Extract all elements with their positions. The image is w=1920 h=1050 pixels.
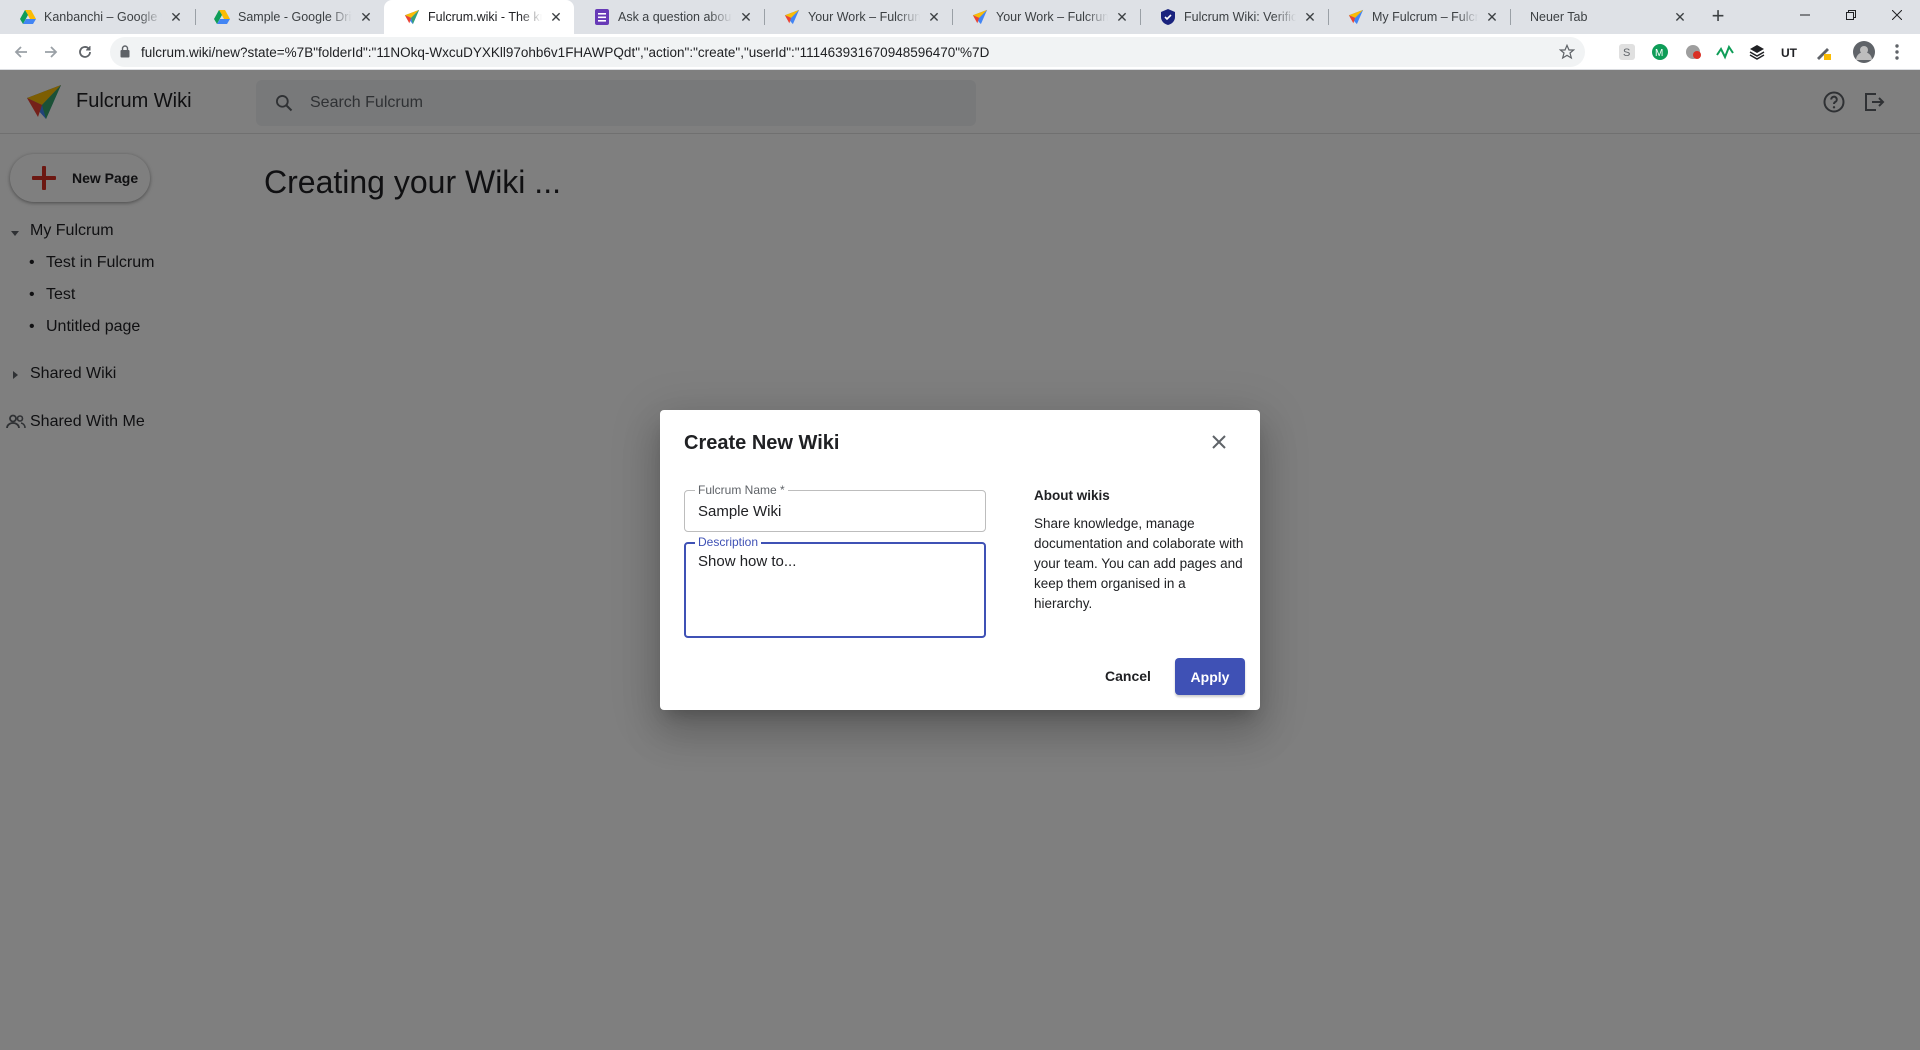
extension-layers-icon[interactable]	[1748, 43, 1766, 61]
fulcrum-logo-icon	[972, 9, 988, 25]
browser-tab[interactable]: Sample - Google Drive ✕	[194, 0, 384, 34]
close-tab-icon[interactable]: ✕	[548, 9, 564, 25]
browser-tab[interactable]: Ask a question about Fu ✕	[574, 0, 764, 34]
wiki-name-label: Fulcrum Name *	[695, 483, 788, 497]
address-bar[interactable]: fulcrum.wiki/new?state=%7B"folderId":"11…	[110, 37, 1585, 67]
tab-title: Sample - Google Drive	[238, 10, 352, 24]
browser-tab[interactable]: Fulcrum Wiki: Verificati ✕	[1140, 0, 1328, 34]
create-wiki-dialog: Create New Wiki Fulcrum Name * Descripti…	[660, 410, 1260, 710]
extension-badge-icon[interactable]	[1684, 43, 1702, 61]
extension-s-icon[interactable]: S	[1618, 43, 1636, 61]
about-wikis-title: About wikis	[1034, 488, 1110, 503]
minimize-icon[interactable]	[1782, 0, 1828, 30]
google-drive-icon	[20, 9, 36, 25]
bookmark-star-icon[interactable]	[1558, 43, 1576, 65]
svg-text:S: S	[1623, 47, 1630, 59]
wiki-name-field[interactable]: Fulcrum Name *	[684, 483, 986, 532]
close-tab-icon[interactable]: ✕	[1114, 9, 1130, 25]
tab-title: Fulcrum Wiki: Verificati	[1184, 10, 1296, 24]
close-tab-icon[interactable]: ✕	[168, 9, 184, 25]
tab-title: Ask a question about Fu	[618, 10, 732, 24]
tab-title: Kanbanchi – Google Dr	[44, 10, 162, 24]
about-wikis-text: Share knowledge, manage documentation an…	[1034, 516, 1244, 611]
browser-toolbar: fulcrum.wiki/new?state=%7B"folderId":"11…	[0, 34, 1920, 70]
close-tab-icon[interactable]: ✕	[926, 9, 942, 25]
browser-tab[interactable]: My Fulcrum – Fulcrum. ✕	[1328, 0, 1510, 34]
tab-title: Neuer Tab	[1530, 10, 1588, 24]
close-window-icon[interactable]	[1874, 0, 1920, 30]
cancel-button[interactable]: Cancel	[1100, 658, 1156, 694]
close-icon[interactable]	[1207, 430, 1231, 454]
apply-button[interactable]: Apply	[1175, 658, 1245, 695]
fulcrum-logo-icon	[404, 9, 420, 25]
browser-tab[interactable]: Your Work – Fulcrum.wi ✕	[952, 0, 1140, 34]
extension-pen-icon[interactable]	[1814, 43, 1832, 61]
tab-title: Fulcrum.wiki - The know	[428, 10, 542, 24]
lock-icon[interactable]	[120, 45, 130, 63]
tab-title: Your Work – Fulcrum.wi	[996, 10, 1108, 24]
dialog-title: Create New Wiki	[684, 432, 840, 454]
browser-tab[interactable]: Neuer Tab ✕	[1510, 0, 1698, 34]
description-label: Description	[695, 535, 762, 549]
tab-title: Your Work – Fulcrum.wi	[808, 10, 920, 24]
close-tab-icon[interactable]: ✕	[1302, 9, 1318, 25]
back-icon[interactable]	[9, 40, 33, 64]
restore-icon[interactable]	[1828, 0, 1874, 30]
browser-tab-active[interactable]: Fulcrum.wiki - The know ✕	[384, 0, 574, 34]
reload-icon[interactable]	[73, 40, 97, 64]
close-tab-icon[interactable]: ✕	[738, 9, 754, 25]
fulcrum-logo-icon	[1348, 9, 1364, 25]
tab-title: My Fulcrum – Fulcrum.	[1372, 10, 1478, 24]
browser-tab-strip: Kanbanchi – Google Dr ✕ Sample - Google …	[0, 0, 1920, 34]
browser-menu-icon[interactable]	[1888, 43, 1906, 61]
close-tab-icon[interactable]: ✕	[1672, 9, 1688, 25]
extension-wave-icon[interactable]	[1716, 43, 1734, 61]
shield-icon	[1160, 9, 1176, 25]
new-tab-icon[interactable]: +	[1706, 5, 1730, 29]
extension-m-icon[interactable]: M	[1651, 43, 1669, 61]
description-field[interactable]: Description Show how to...	[684, 535, 986, 638]
description-input[interactable]: Show how to...	[698, 553, 974, 629]
browser-tab[interactable]: Your Work – Fulcrum.wi ✕	[764, 0, 952, 34]
google-drive-icon	[214, 9, 230, 25]
profile-avatar[interactable]	[1853, 41, 1875, 63]
url-text[interactable]: fulcrum.wiki/new?state=%7B"folderId":"11…	[141, 45, 989, 60]
close-tab-icon[interactable]: ✕	[1484, 9, 1500, 25]
browser-tab[interactable]: Kanbanchi – Google Dr ✕	[0, 0, 194, 34]
form-icon	[594, 9, 610, 25]
forward-icon[interactable]	[39, 40, 63, 64]
svg-text:UT: UT	[1781, 46, 1798, 60]
fulcrum-logo-icon	[784, 9, 800, 25]
close-tab-icon[interactable]: ✕	[358, 9, 374, 25]
wiki-name-input[interactable]	[698, 501, 974, 521]
svg-text:M: M	[1655, 48, 1663, 59]
extension-ut-icon[interactable]: UT	[1780, 43, 1798, 61]
